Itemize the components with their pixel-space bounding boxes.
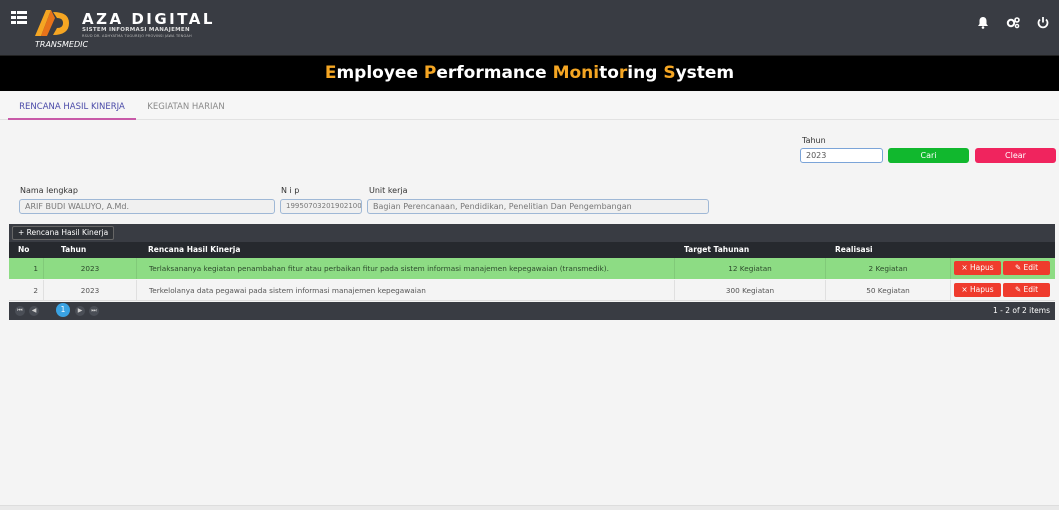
nip-label: N i p [281,186,300,195]
grid-header: No Tahun Rencana Hasil Kinerja Target Ta… [9,242,1055,258]
unit-kerja-label: Unit kerja [369,186,408,195]
cell-no: 2 [33,286,38,295]
tahun-label: Tahun [802,136,826,145]
system-title-band: Employee Performance Monitoring System [0,55,1059,91]
next-page-icon[interactable]: ▶ [75,306,85,316]
first-page-icon[interactable]: ⏮ [15,306,25,316]
cell-tahun: 2023 [80,264,100,273]
cell-no: 1 [33,264,38,273]
cell-tahun: 2023 [80,286,100,295]
unit-kerja-field: Bagian Perencanaan, Pendidikan, Peneliti… [367,199,709,214]
cell-rencana: Terkelolanya data pegawai pada sistem in… [149,286,426,295]
tab-bar: RENCANA HASIL KINERJA KEGIATAN HARIAN [0,92,1059,120]
tab-kegiatan-harian[interactable]: KEGIATAN HARIAN [140,92,232,120]
add-rencana-button[interactable]: + Rencana Hasil Kinerja [12,226,115,240]
brand-title: AZA DIGITAL [82,10,215,28]
edit-button[interactable]: ✎ Edit [1003,283,1050,297]
cell-target: 12 Kegiatan [728,264,772,273]
tab-rencana-hasil-kinerja[interactable]: RENCANA HASIL KINERJA [8,92,136,120]
cari-button[interactable]: Cari [888,148,969,163]
page-footer [0,505,1059,510]
edit-button[interactable]: ✎ Edit [1003,261,1050,275]
hapus-button[interactable]: × Hapus [954,261,1001,275]
system-title: Employee Performance Monitoring System [324,63,735,83]
cell-rencana: Terlaksananya kegiatan penambahan fitur … [149,264,609,273]
brand-tagline: RSUD DR. ADHYATMA TUGUREJO PROVINSI JAWA… [82,34,192,38]
power-icon[interactable] [1035,14,1051,30]
menu-icon[interactable] [11,11,27,24]
current-page-button[interactable]: 1 [56,303,70,317]
column-header-target[interactable]: Target Tahunan [684,245,749,254]
grid-toolbar: + Rencana Hasil Kinerja [9,224,1055,242]
bell-icon[interactable] [975,14,991,30]
table-row[interactable]: 1 2023 Terlaksananya kegiatan penambahan… [9,258,1055,279]
tahun-input[interactable]: 2023 [800,148,883,163]
column-header-tahun[interactable]: Tahun [61,245,86,254]
column-header-no[interactable]: No [18,245,29,254]
column-header-rencana[interactable]: Rencana Hasil Kinerja [148,245,240,254]
cell-realisasi: 50 Kegiatan [866,286,910,295]
top-navbar: AZA DIGITAL SISTEM INFORMASI MANAJEMEN R… [0,0,1059,55]
clear-button[interactable]: Clear [975,148,1056,163]
column-header-realisasi[interactable]: Realisasi [835,245,873,254]
aza-logo-icon [35,10,69,36]
header-actions [975,14,1051,30]
hapus-button[interactable]: × Hapus [954,283,1001,297]
brand-subtitle: SISTEM INFORMASI MANAJEMEN [82,27,190,33]
cell-realisasi: 2 Kegiatan [868,264,908,273]
app-name: TRANSMEDIC [35,40,89,49]
pager-info: 1 - 2 of 2 items [992,306,1050,315]
gears-icon[interactable] [1005,14,1021,30]
cell-target: 300 Kegiatan [725,286,775,295]
nama-lengkap-label: Nama lengkap [20,186,78,195]
grid-pager: ⏮ ◀ 1 ▶ ⏭ 1 - 2 of 2 items [9,302,1055,320]
last-page-icon[interactable]: ⏭ [89,306,99,316]
nama-lengkap-field: ARIF BUDI WALUYO, A.Md. [19,199,275,214]
table-row[interactable]: 2 2023 Terkelolanya data pegawai pada si… [9,280,1055,301]
prev-page-icon[interactable]: ◀ [29,306,39,316]
nip-field: 199507032019021003 [280,199,362,214]
